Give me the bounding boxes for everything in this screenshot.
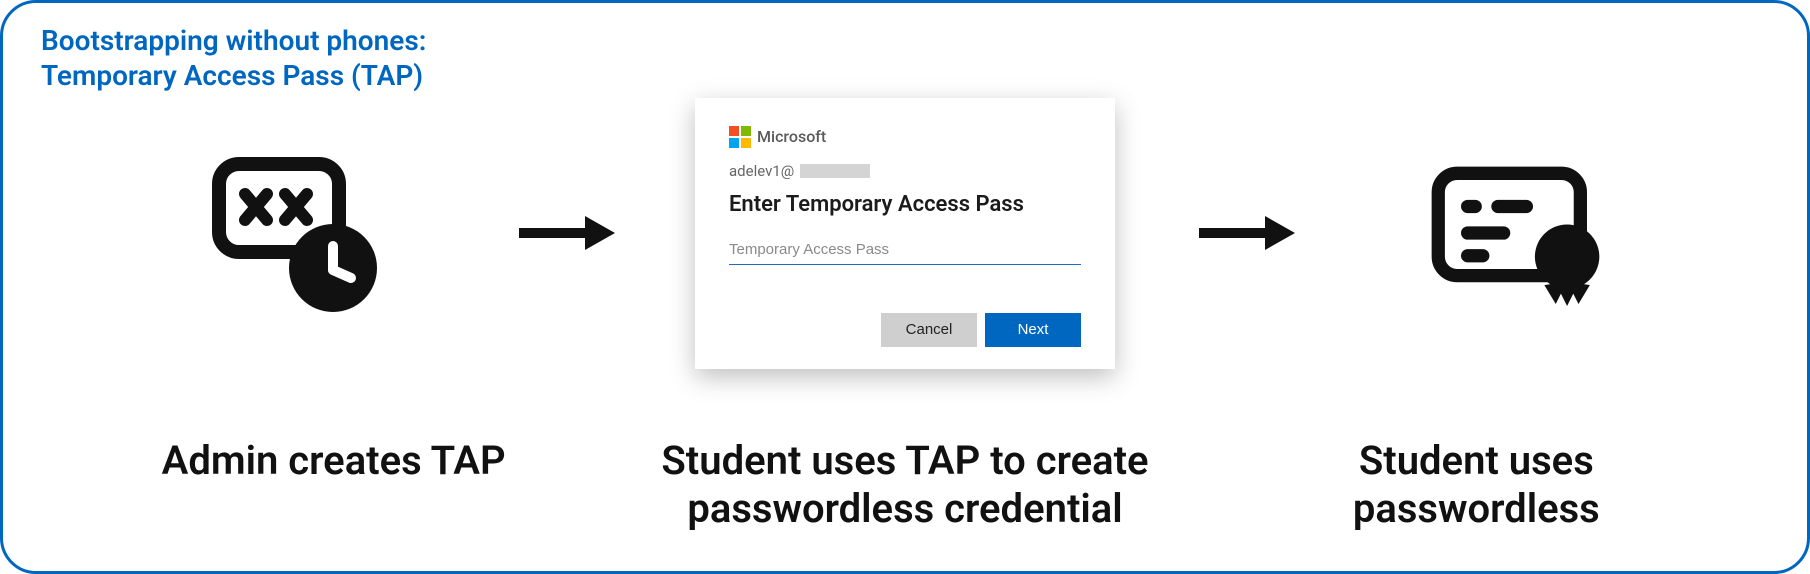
email-prefix: adelev1@ [729,162,794,180]
step1-caption: Admin creates TAP [124,437,544,533]
account-email: adelev1@ [729,162,1081,180]
step3-icon-slot [1305,148,1725,318]
cancel-button[interactable]: Cancel [881,313,977,347]
arrow-2 [1185,208,1305,258]
email-redacted [800,164,870,178]
arrow-right-icon [515,208,615,258]
arrow-right-icon [1195,208,1295,258]
step2-caption: Student uses TAP to create passwordless … [625,437,1185,533]
brand-text: Microsoft [757,127,826,146]
step3-caption: Student uses passwordless [1266,437,1686,533]
microsoft-logo-icon [729,126,751,148]
credential-badge-icon [1425,148,1605,318]
tap-clock-icon [205,148,385,318]
brand-row: Microsoft [729,126,1081,148]
tap-dialog: Microsoft adelev1@ Enter Temporary Acces… [695,98,1115,369]
dialog-heading: Enter Temporary Access Pass [729,192,1081,217]
next-button[interactable]: Next [985,313,1081,347]
arrow-1 [505,208,625,258]
captions-row: Admin creates TAP Student uses TAP to cr… [3,437,1807,533]
diagram-canvas: Bootstrapping without phones: Temporary … [0,0,1810,574]
step1-icon-slot [85,148,505,318]
flow-row: Microsoft adelev1@ Enter Temporary Acces… [3,63,1807,403]
tap-input[interactable] [729,237,1081,265]
dialog-actions: Cancel Next [729,313,1081,347]
step2-dialog-slot: Microsoft adelev1@ Enter Temporary Acces… [625,98,1185,369]
title-line-1: Bootstrapping without phones: [41,23,426,58]
